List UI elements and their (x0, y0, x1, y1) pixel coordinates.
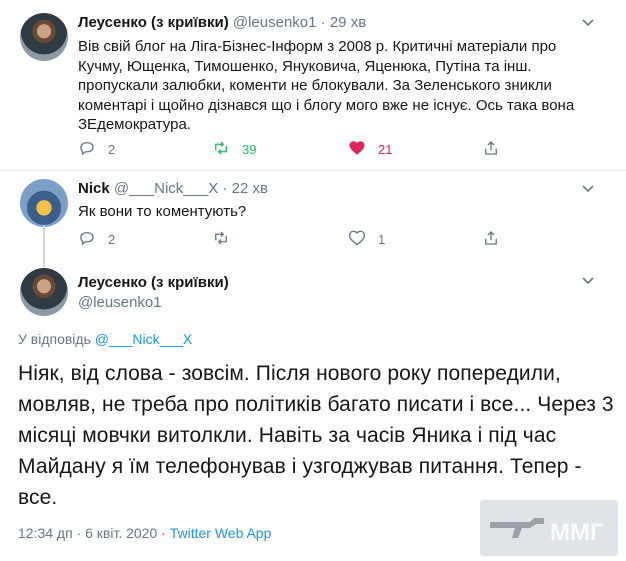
replying-prefix: У відповідь (18, 331, 91, 347)
author-name[interactable]: Леусенко (з криївки) (78, 274, 229, 291)
avatar[interactable] (20, 179, 68, 227)
author-handle[interactable]: @leusenko1 (78, 294, 162, 311)
tweet-header: Леусенко (з криївки) @leusenko1 · 29 хв (78, 14, 366, 31)
avatar[interactable] (20, 268, 68, 316)
watermark-logo: ММГ (480, 500, 618, 556)
retweet-count: 39 (242, 142, 257, 157)
tweet-header: Nick @___Nick___X · 22 хв (78, 180, 268, 197)
author-name[interactable]: Леусенко (з криївки) (78, 14, 229, 31)
separator-dot: · (320, 14, 326, 31)
timestamp[interactable]: 12:34 дп · 6 квіт. 2020 · (18, 525, 170, 541)
chevron-down-icon[interactable] (580, 14, 596, 30)
tweet-actions: 2 1 (78, 229, 508, 251)
tweet-meta: 12:34 дп · 6 квіт. 2020 · Twitter Web Ap… (18, 525, 271, 541)
share-icon (482, 139, 500, 160)
reply-button[interactable]: 2 (78, 229, 115, 250)
retweet-button[interactable]: 39 (212, 139, 256, 160)
author-name[interactable]: Nick (78, 180, 110, 197)
share-button[interactable] (482, 139, 500, 160)
reply-count: 2 (108, 232, 116, 247)
tweet-text: Вів свій блог на Ліга-Бізнес-Інформ з 20… (78, 38, 575, 133)
avatar[interactable] (20, 13, 68, 61)
chevron-down-icon[interactable] (580, 180, 596, 196)
reply-icon (78, 139, 96, 160)
main-tweet-text: Ніяк, від слова - зовсім. Після нового р… (18, 362, 614, 509)
reply-icon (78, 229, 96, 250)
share-button[interactable] (482, 229, 500, 250)
tweet-time[interactable]: 22 хв (232, 180, 268, 197)
replying-to: У відповідь @___Nick___X (18, 331, 192, 347)
separator-dot: · (222, 180, 228, 197)
tweet-text: Як вони то коментують? (78, 203, 247, 220)
watermark-text: ММГ (550, 519, 604, 546)
retweet-button[interactable] (212, 229, 242, 250)
like-icon (348, 229, 366, 250)
tweet-actions: 2 39 21 (78, 139, 508, 161)
share-icon (482, 229, 500, 250)
retweet-icon (212, 139, 230, 160)
tweet-time[interactable]: 29 хв (330, 14, 366, 31)
chevron-down-icon[interactable] (580, 272, 596, 288)
like-icon (348, 139, 366, 160)
like-button[interactable]: 21 (348, 139, 392, 160)
like-count: 1 (378, 232, 386, 247)
replying-to-link[interactable]: @___Nick___X (95, 331, 193, 347)
reply-count: 2 (108, 142, 116, 157)
reply-button[interactable]: 2 (78, 139, 115, 160)
tweet-1[interactable]: Леусенко (з криївки) @leusenko1 · 29 хв … (0, 0, 626, 170)
source-app-link[interactable]: Twitter Web App (170, 525, 272, 541)
author-handle[interactable]: @leusenko1 (233, 14, 317, 31)
tweet-2[interactable]: Nick @___Nick___X · 22 хв Як вони то ком… (0, 171, 626, 256)
like-count: 21 (378, 142, 393, 157)
author-handle[interactable]: @___Nick___X (114, 180, 218, 197)
like-button[interactable]: 1 (348, 229, 385, 250)
retweet-icon (212, 229, 230, 250)
